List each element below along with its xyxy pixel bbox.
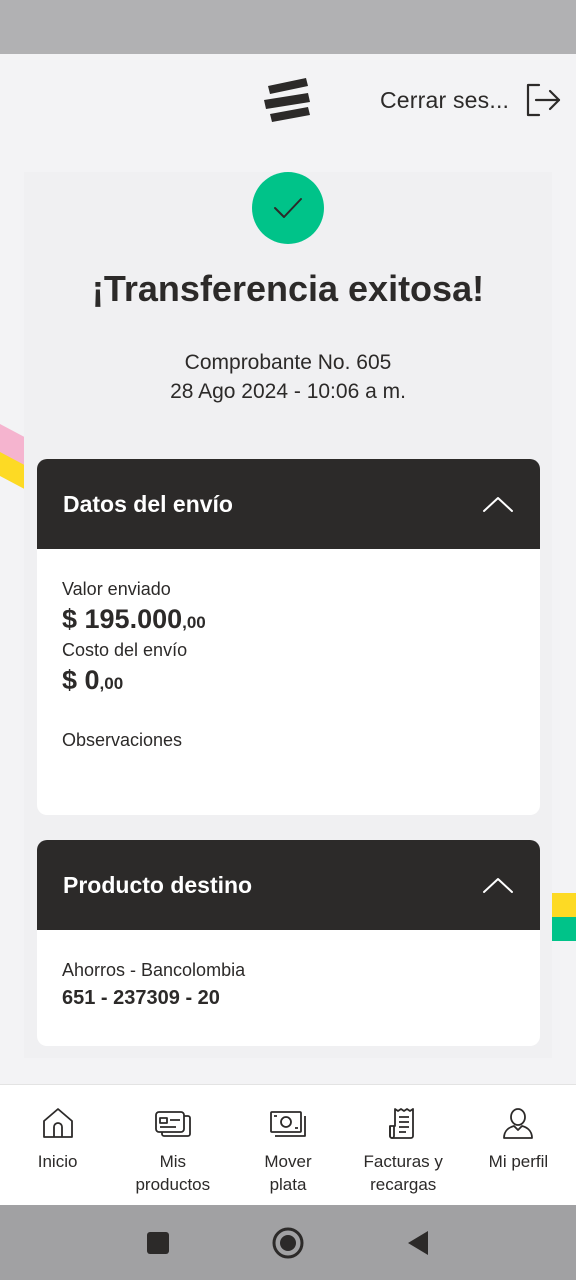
shipment-details-title: Datos del envío [63, 490, 233, 517]
home-icon [38, 1103, 78, 1143]
nav-label-mover-plata: Mover plata [264, 1152, 312, 1194]
nav-item-inicio[interactable]: Inicio [0, 1085, 115, 1205]
logout-arrow-icon [523, 80, 563, 120]
destination-product-card: Producto destino Ahorros - Bancolombia 6… [37, 840, 540, 1046]
nav-label-facturas-recargas: Facturas y recargas [363, 1152, 443, 1194]
shipping-cost-cents: ,00 [99, 674, 124, 693]
account-type: Ahorros - Bancolombia [62, 960, 246, 980]
decorative-yellow-stripe [551, 893, 576, 917]
logout-button[interactable]: Cerrar ses... [380, 80, 563, 120]
nav-item-facturas-recargas[interactable]: Facturas y recargas [346, 1085, 461, 1205]
home-circle-icon[interactable] [268, 1223, 308, 1263]
destination-product-header[interactable]: Producto destino [37, 840, 540, 930]
shipment-details-header[interactable]: Datos del envío [37, 459, 540, 549]
decorative-green-stripe [551, 917, 576, 941]
sent-value-cents: ,00 [182, 613, 206, 632]
back-triangle-icon[interactable] [398, 1223, 438, 1263]
bancolombia-logo-icon [262, 76, 314, 124]
notes-label: Observaciones [62, 730, 183, 750]
receipt-number: Comprobante No. 605 [184, 351, 392, 374]
cards-icon [153, 1103, 193, 1143]
sent-value-label: Valor enviado [62, 579, 171, 599]
account-number: 651 - 237309 - 20 [62, 987, 220, 1009]
nav-item-mover-plata[interactable]: Mover plata [230, 1085, 345, 1205]
shipment-details-card: Datos del envío Valor enviado $ 195.000,… [37, 459, 540, 815]
nav-label-inicio: Inicio [37, 1152, 78, 1171]
recents-square-icon[interactable] [138, 1223, 178, 1263]
destination-product-title: Producto destino [63, 871, 253, 898]
user-icon [498, 1103, 538, 1143]
chevron-up-icon[interactable] [482, 875, 514, 895]
bottom-navigation: Inicio Mis productos Mover plata Factura… [0, 1084, 576, 1205]
page-title: ¡Transferencia exitosa! [91, 268, 485, 309]
shipping-cost-main: $ 0 [62, 665, 100, 695]
receipt-datetime: 28 Ago 2024 - 10:06 a m. [170, 380, 406, 403]
money-icon [268, 1103, 308, 1143]
chevron-up-icon[interactable] [482, 494, 514, 514]
shipping-cost-amount: $ 0,00 [62, 665, 123, 696]
check-icon [252, 172, 324, 244]
logout-label: Cerrar ses... [380, 86, 510, 113]
receipt-info: Comprobante No. 605 28 Ago 2024 - 10:06 … [0, 348, 576, 406]
nav-item-mi-perfil[interactable]: Mi perfil [461, 1085, 576, 1205]
shipping-cost-label: Costo del envío [62, 640, 188, 660]
nav-label-mis-productos: Mis productos [135, 1152, 211, 1194]
status-bar [0, 0, 576, 54]
nav-label-mi-perfil: Mi perfil [488, 1152, 549, 1171]
nav-item-mis-productos[interactable]: Mis productos [115, 1085, 230, 1205]
sent-value-main: $ 195.000 [62, 604, 183, 634]
receipt-icon [383, 1103, 423, 1143]
sent-value-amount: $ 195.000,00 [62, 604, 206, 635]
